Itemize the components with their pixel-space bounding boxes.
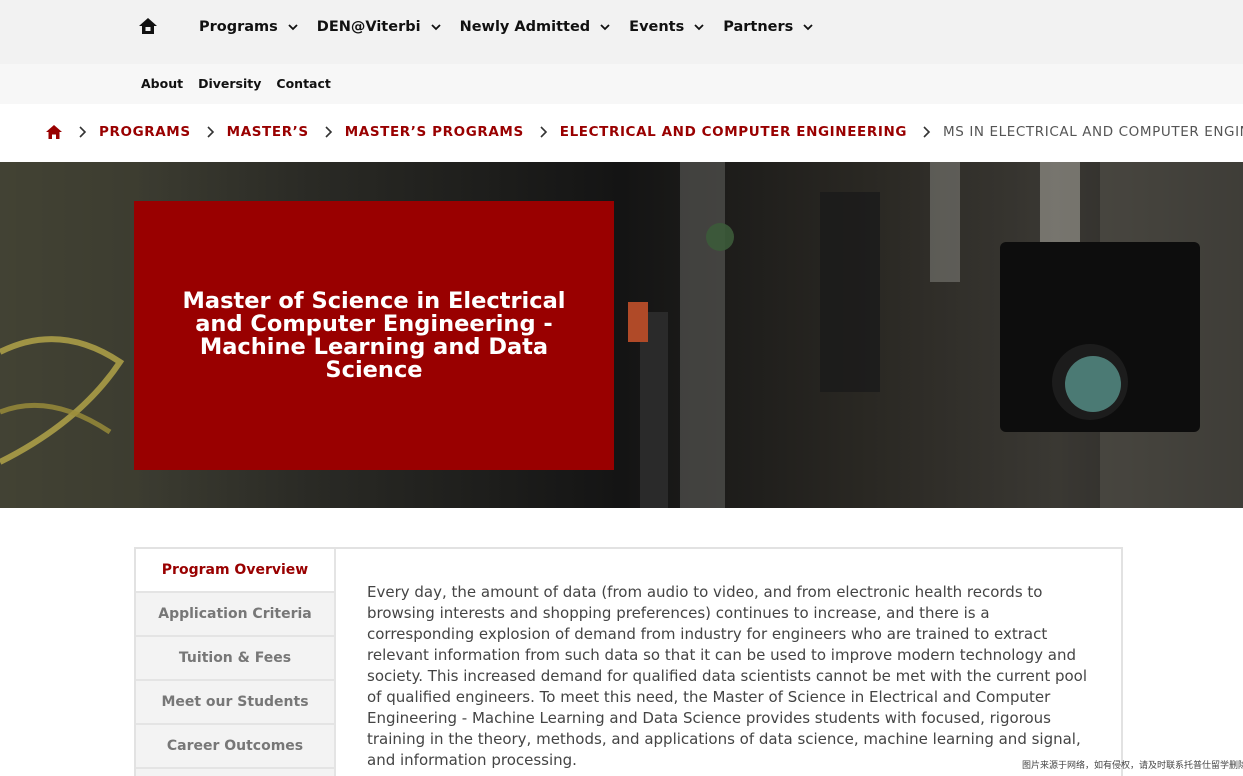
- chevron-right-icon: [207, 126, 214, 138]
- subnav-link-contact[interactable]: Contact: [276, 76, 330, 91]
- breadcrumb-programs[interactable]: PROGRAMS: [99, 124, 191, 140]
- menu-item-label: Events: [629, 19, 685, 35]
- menu-item-label: Programs: [199, 19, 278, 35]
- breadcrumb: PROGRAMS MASTER’S MASTER’S PROGRAMS ELEC…: [0, 104, 1243, 162]
- menu-item-label: Newly Admitted: [459, 19, 591, 35]
- chevron-down-icon: [803, 24, 813, 31]
- chevron-down-icon: [694, 24, 704, 31]
- menu-item-den-viterbi[interactable]: DEN@Viterbi: [317, 19, 442, 35]
- watermark: 图片来源于网络，如有侵权，请及时联系托普仕留学删除: [1022, 761, 1243, 771]
- tab-career-outcomes[interactable]: Career Outcomes: [136, 725, 336, 769]
- tab-more[interactable]: [136, 769, 336, 776]
- breadcrumb-masters-programs[interactable]: MASTER’S PROGRAMS: [345, 124, 524, 140]
- tab-application-criteria[interactable]: Application Criteria: [136, 593, 336, 637]
- breadcrumb-ece[interactable]: ELECTRICAL AND COMPUTER ENGINEERING: [560, 124, 907, 140]
- menu-item-programs[interactable]: Programs: [199, 19, 299, 35]
- home-icon[interactable]: [137, 16, 159, 36]
- hero-banner: Master of Science in Electrical and Comp…: [0, 162, 1243, 508]
- menu-item-partners[interactable]: Partners: [723, 19, 814, 35]
- chevron-right-icon: [79, 126, 87, 138]
- secondary-navigation: About Diversity Contact: [0, 64, 1243, 104]
- subnav-link-diversity[interactable]: Diversity: [198, 76, 261, 91]
- program-tabs: Program Overview Application Criteria Tu…: [136, 549, 336, 776]
- chevron-right-icon: [540, 126, 547, 138]
- menu-item-newly-admitted[interactable]: Newly Admitted: [460, 19, 612, 35]
- tab-meet-our-students[interactable]: Meet our Students: [136, 681, 336, 725]
- chevron-right-icon: [325, 126, 332, 138]
- subnav-link-about[interactable]: About: [141, 76, 183, 91]
- chevron-right-icon: [923, 126, 931, 138]
- menu-item-label: Partners: [723, 19, 794, 35]
- page-title: Master of Science in Electrical and Comp…: [182, 287, 566, 383]
- breadcrumb-current: MS IN ELECTRICAL AND COMPUTER ENGINEERIN…: [943, 124, 1243, 140]
- program-overview-text: Every day, the amount of data (from audi…: [367, 583, 1088, 769]
- menu-item-events[interactable]: Events: [629, 19, 705, 35]
- hero-title-box: Master of Science in Electrical and Comp…: [134, 201, 614, 470]
- tab-tuition-fees[interactable]: Tuition & Fees: [136, 637, 336, 681]
- program-content: Program Overview Application Criteria Tu…: [134, 547, 1123, 776]
- top-navigation: Programs DEN@Viterbi Newly Admitted Even…: [0, 0, 1243, 64]
- breadcrumb-masters[interactable]: MASTER’S: [227, 124, 309, 140]
- main-menu: Programs DEN@Viterbi Newly Admitted Even…: [199, 0, 832, 54]
- home-icon[interactable]: [45, 124, 63, 140]
- menu-item-label: DEN@Viterbi: [316, 19, 421, 35]
- chevron-down-icon: [600, 24, 610, 31]
- chevron-down-icon: [288, 24, 298, 31]
- tab-program-overview[interactable]: Program Overview: [136, 549, 336, 593]
- chevron-down-icon: [430, 24, 441, 31]
